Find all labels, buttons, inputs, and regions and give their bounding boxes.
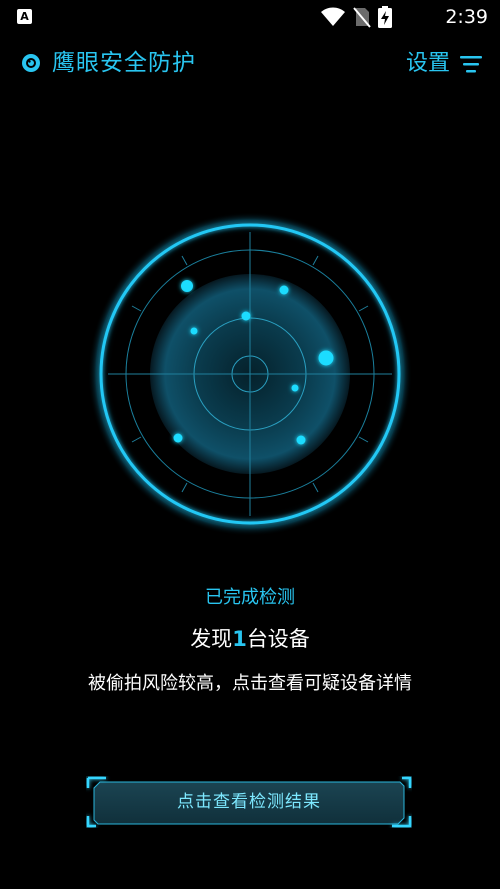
radar-dot [279,285,289,295]
status-bar: A 2:39 [0,0,500,34]
view-results-label: 点击查看检测结果 [177,792,321,812]
app-notification-icon: A [17,9,32,24]
filter-menu-icon [460,56,482,73]
battery-charging-icon [378,6,392,28]
radar-scanner [88,212,412,536]
scan-status-text: 已完成检测 [205,587,295,608]
no-sim-icon [353,7,371,28]
wifi-icon [321,7,345,26]
view-results-button[interactable]: 点击查看检测结果 [86,776,412,828]
status-time: 2:39 [445,6,488,28]
header: 鹰眼安全防护 设置 [0,44,500,84]
radar-dot [318,350,334,366]
devices-found-text: 发现1台设备 [0,624,500,654]
radar-dot [181,280,193,292]
radar-dot [190,327,198,335]
risk-warning-text: 被偷拍风险较高，点击查看可疑设备详情 [88,673,412,694]
radar-dot [296,435,306,445]
app-title: 鹰眼安全防护 [52,50,196,76]
found-suffix: 台设备 [246,627,310,651]
eye-logo-icon [22,54,40,72]
settings-label: 设置 [405,51,450,76]
found-prefix: 发现 [190,627,233,651]
found-count: 1 [232,627,247,651]
radar-dot [173,433,183,443]
status-icons [320,6,392,28]
radar-dot [241,311,251,321]
settings-button[interactable]: 设置 [406,47,482,81]
radar-dot [291,384,299,392]
